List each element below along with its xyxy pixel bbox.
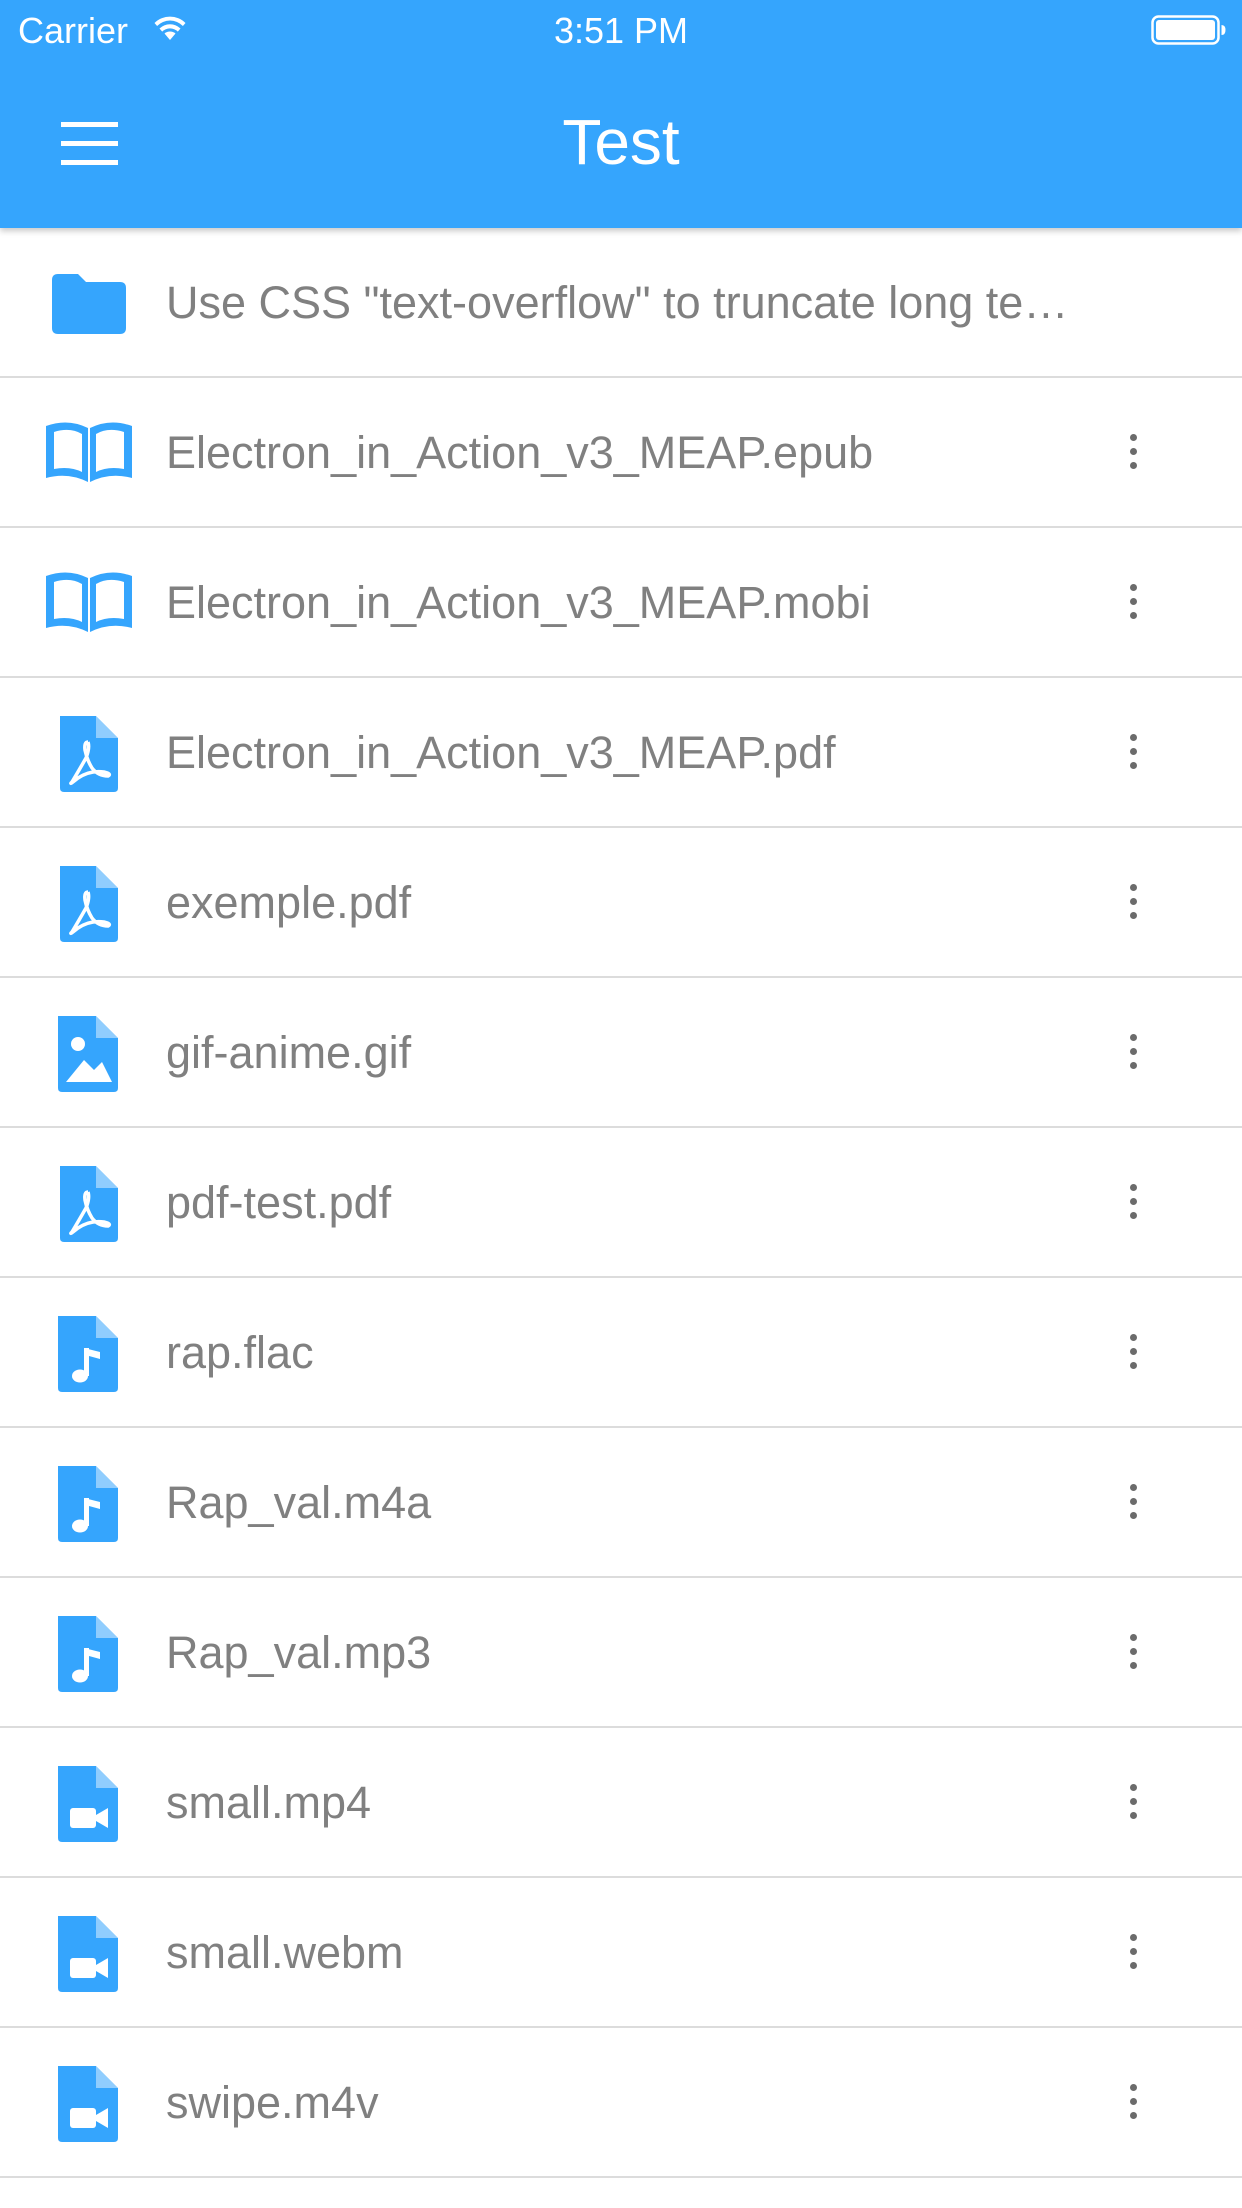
file-name: gif-anime.gif: [166, 1027, 412, 1078]
more-options-button[interactable]: [1100, 867, 1166, 937]
file-name: small.webm: [166, 1927, 404, 1978]
book-icon: [44, 562, 134, 642]
audio-file-icon: [44, 1312, 134, 1392]
file-list-item[interactable]: Electron_in_Action_v3_MEAP.pdf: [0, 678, 1242, 828]
file-list-item[interactable]: small.mp4: [0, 1728, 1242, 1878]
more-options-button[interactable]: [1100, 1767, 1166, 1837]
pdf-file-icon: [44, 862, 134, 942]
file-list-item[interactable]: Rap_val.m4a: [0, 1428, 1242, 1578]
file-name: Rap_val.m4a: [166, 1477, 432, 1528]
file-list-item[interactable]: Rap_val.mp3: [0, 1578, 1242, 1728]
book-icon: [44, 412, 134, 492]
file-list-item[interactable]: pdf-test.pdf: [0, 1128, 1242, 1278]
file-list-item[interactable]: exemple.pdf: [0, 828, 1242, 978]
file-list-item[interactable]: rap.flac: [0, 1278, 1242, 1428]
file-list-item[interactable]: Electron_in_Action_v3_MEAP.mobi: [0, 528, 1242, 678]
status-bar: Carrier 3:51 PM: [0, 0, 1242, 60]
more-options-button[interactable]: [1100, 1467, 1166, 1537]
status-time: 3:51 PM: [553, 10, 689, 51]
file-list-item[interactable]: Use CSS "text-overflow" to truncate long…: [0, 228, 1242, 378]
battery-icon: [1151, 15, 1227, 50]
pdf-file-icon: [44, 1162, 134, 1242]
audio-file-icon: [44, 1462, 134, 1542]
file-name: Use CSS "text-overflow" to truncate long…: [166, 277, 1086, 328]
file-list-item[interactable]: small.webm: [0, 1878, 1242, 2028]
more-options-button[interactable]: [1100, 1917, 1166, 1987]
file-name: pdf-test.pdf: [166, 1177, 392, 1228]
more-options-button[interactable]: [1100, 567, 1166, 637]
more-options-button[interactable]: [1100, 2067, 1166, 2137]
file-list-item[interactable]: Electron_in_Action_v3_MEAP.epub: [0, 378, 1242, 528]
file-name: Electron_in_Action_v3_MEAP.mobi: [166, 577, 871, 628]
image-file-icon: [44, 1012, 134, 1092]
more-options-button[interactable]: [1100, 1617, 1166, 1687]
audio-file-icon: [44, 1612, 134, 1692]
file-name: rap.flac: [166, 1327, 314, 1378]
file-list-item[interactable]: swipe.m4v: [0, 2028, 1242, 2178]
more-options-button[interactable]: [1100, 417, 1166, 487]
video-file-icon: [44, 1762, 134, 1842]
app-header: Carrier 3:51 PM Test: [0, 0, 1242, 228]
file-name: small.mp4: [166, 1777, 372, 1828]
folder-icon: [44, 262, 134, 342]
more-options-button[interactable]: [1100, 1017, 1166, 1087]
more-options-button[interactable]: [1100, 1317, 1166, 1387]
file-name: Rap_val.mp3: [166, 1627, 432, 1678]
file-name: swipe.m4v: [166, 2077, 379, 2128]
file-list: Use CSS "text-overflow" to truncate long…: [0, 228, 1242, 2178]
file-list-item[interactable]: gif-anime.gif: [0, 978, 1242, 1128]
pdf-file-icon: [44, 712, 134, 792]
video-file-icon: [44, 1912, 134, 1992]
page-title: Test: [562, 106, 680, 178]
file-name: Electron_in_Action_v3_MEAP.epub: [166, 427, 874, 478]
more-options-button[interactable]: [1100, 717, 1166, 787]
more-options-button[interactable]: [1100, 1167, 1166, 1237]
file-name: Electron_in_Action_v3_MEAP.pdf: [166, 727, 836, 778]
video-file-icon: [44, 2062, 134, 2142]
file-name: exemple.pdf: [166, 877, 412, 928]
